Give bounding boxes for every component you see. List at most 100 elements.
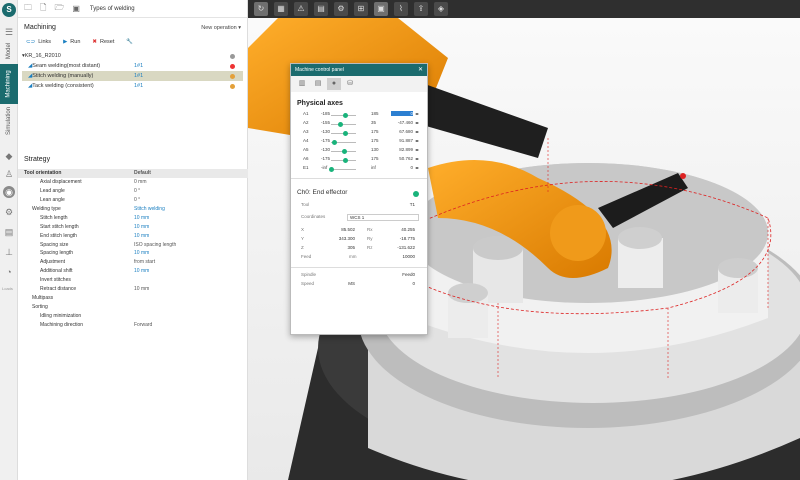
clock-icon[interactable]: ◔ [3, 266, 15, 278]
axis-value[interactable]: 67.680 [391, 129, 413, 134]
close-icon[interactable]: ✕ [418, 66, 423, 73]
axis-value[interactable]: 50.762 [391, 156, 413, 161]
coord-value[interactable]: 343.300 [327, 236, 355, 241]
export-icon[interactable]: ⇪ [414, 2, 428, 16]
user-icon[interactable]: ♙ [3, 168, 15, 180]
strategy-value[interactable]: 0 ° [134, 188, 140, 194]
tab-control-icon[interactable]: ● [327, 78, 341, 90]
run-button[interactable]: ▶ Run [63, 39, 80, 45]
stepper-arrows-icon[interactable]: ◂▸ [415, 147, 419, 152]
stepper-arrows-icon[interactable]: ◂▸ [415, 129, 419, 134]
report-icon[interactable]: ▤ [314, 2, 328, 16]
axis-value[interactable]: 91.887 [391, 138, 413, 143]
strategy-value[interactable]: ISO spacing length [134, 242, 176, 248]
axis-value[interactable]: -47.460 [391, 120, 413, 125]
strategy-value[interactable]: 10 mm [134, 233, 149, 239]
strategy-row[interactable]: Invert stitches [18, 276, 248, 285]
coord-rot-value[interactable]: -131.622 [373, 245, 415, 250]
strategy-value[interactable]: 10 mm [134, 215, 149, 221]
strategy-row[interactable]: Multipass [18, 293, 248, 302]
axis-value[interactable]: 0 [391, 165, 413, 170]
axis-value[interactable]: 82.899 [391, 147, 413, 152]
strategy-row[interactable]: Additional shift 10 mm [18, 267, 248, 276]
axis-value[interactable]: 0 [391, 111, 413, 116]
strategy-row[interactable]: Lead angle 0 ° [18, 187, 248, 196]
axis-slider-knob[interactable] [342, 131, 348, 136]
wrench-icon[interactable]: 🔧 [126, 39, 133, 45]
stepper-arrows-icon[interactable]: ◂▸ [415, 165, 419, 170]
axis-slider-track[interactable] [331, 169, 356, 170]
collision-icon[interactable]: ⚠ [294, 2, 308, 16]
tab-axes-icon[interactable]: ▥ [295, 78, 309, 90]
chart-icon[interactable]: ⌇ [394, 2, 408, 16]
weld-icon[interactable]: ◉ [3, 186, 15, 198]
operation-row[interactable]: ◢ Tack welding (consistent) 1#1 [22, 81, 243, 91]
coord-value[interactable]: 305 [327, 245, 355, 250]
tab-simulation[interactable]: Simulation [0, 104, 18, 138]
axis-slider-knob[interactable] [331, 140, 337, 145]
operation-row[interactable]: ◢ Seam welding(most distant) 1#1 [22, 61, 243, 71]
strategy-value[interactable]: 10 mm [134, 250, 149, 256]
simulation-icon[interactable]: ▦ [274, 2, 288, 16]
cube-view-icon[interactable]: ◈ [434, 2, 448, 16]
cube-icon[interactable]: ◆ [3, 150, 15, 162]
project-row[interactable]: ▾ KR_16_R2010 [22, 51, 243, 61]
menu-icon[interactable]: ☰ [3, 26, 15, 38]
strategy-row[interactable]: Welding type Stitch welding [18, 205, 248, 214]
new-operation-dropdown[interactable]: New operation ▾ [201, 25, 241, 31]
operation-row[interactable]: ◢ Stitch welding (manually) 1#1 [22, 71, 243, 81]
strategy-row[interactable]: Tool orientation Default [18, 169, 248, 178]
reset-button[interactable]: ✖ Reset [92, 39, 114, 45]
settings-icon[interactable]: ⚙ [334, 2, 348, 16]
strategy-value[interactable]: Stitch welding [134, 206, 165, 212]
rotate-view-icon[interactable]: ↻ [254, 2, 268, 16]
new-file-icon[interactable]: 🗋 [40, 2, 46, 16]
tab-model[interactable]: Model [0, 38, 18, 64]
save-icon[interactable]: ▣ [72, 4, 80, 13]
strategy-row[interactable]: Retract distance 10 mm [18, 285, 248, 294]
axis-slider-knob[interactable] [341, 149, 347, 154]
strategy-row[interactable]: Spacing length 10 mm [18, 249, 248, 258]
axis-slider-knob[interactable] [337, 122, 343, 127]
strategy-value[interactable]: 10 mm [134, 268, 149, 274]
feed-value[interactable]: 10000 [373, 254, 415, 259]
strategy-row[interactable]: Sorting [18, 302, 248, 311]
tab-database-icon[interactable]: ⛁ [343, 78, 357, 90]
tab-program-icon[interactable]: ▤ [311, 78, 325, 90]
strategy-row[interactable]: Machining direction Forward [18, 320, 248, 329]
axis-slider-knob[interactable] [329, 167, 334, 172]
strategy-row[interactable]: Stitch length 10 mm [18, 213, 248, 222]
mcp-titlebar[interactable]: Machine control panel ✕ [291, 64, 427, 76]
gear-icon[interactable]: ⚙ [3, 206, 15, 218]
machine-panel-icon[interactable]: ▣ [374, 2, 388, 16]
strategy-row[interactable]: Spacing size ISO spacing length [18, 240, 248, 249]
stepper-arrows-icon[interactable]: ◂▸ [415, 156, 419, 161]
strategy-value[interactable]: Default [134, 170, 151, 176]
axis-slider-knob[interactable] [342, 158, 348, 163]
strategy-value[interactable]: 0 ° [134, 197, 140, 203]
strategy-value[interactable]: 10 mm [134, 286, 149, 292]
stepper-arrows-icon[interactable]: ◂▸ [415, 120, 419, 125]
stepper-arrows-icon[interactable]: ◂▸ [415, 138, 419, 143]
tab-machining[interactable]: Machining [0, 64, 18, 104]
folder-icon[interactable]: 🗀 [24, 2, 32, 16]
open-file-icon[interactable]: 🗁 [54, 2, 64, 16]
axis-slider-knob[interactable] [342, 113, 348, 118]
strategy-value[interactable]: from start [134, 259, 155, 265]
strategy-value[interactable]: 10 mm [134, 224, 149, 230]
coord-rot-value[interactable]: -18.775 [373, 236, 415, 241]
coord-value[interactable]: 85.502 [327, 227, 355, 232]
coordinates-select[interactable]: WCS 1 [347, 214, 419, 221]
strategy-row[interactable]: Start stitch length 10 mm [18, 222, 248, 231]
links-button[interactable]: ⊂⊃ Links [26, 39, 51, 45]
speed-value[interactable]: 0 [373, 281, 415, 286]
strategy-value[interactable]: 0 mm [134, 179, 147, 185]
tool-icon[interactable]: ⊥ [3, 246, 15, 258]
strategy-value[interactable]: Forward [134, 322, 152, 328]
layers-icon[interactable]: ▤ [3, 226, 15, 238]
stepper-arrows-icon[interactable]: ◂▸ [415, 111, 419, 116]
strategy-row[interactable]: End stitch length 10 mm [18, 231, 248, 240]
strategy-row[interactable]: Idling minimization [18, 311, 248, 320]
coord-rot-value[interactable]: 40.255 [373, 227, 415, 232]
axis-slider-track[interactable] [331, 124, 356, 125]
